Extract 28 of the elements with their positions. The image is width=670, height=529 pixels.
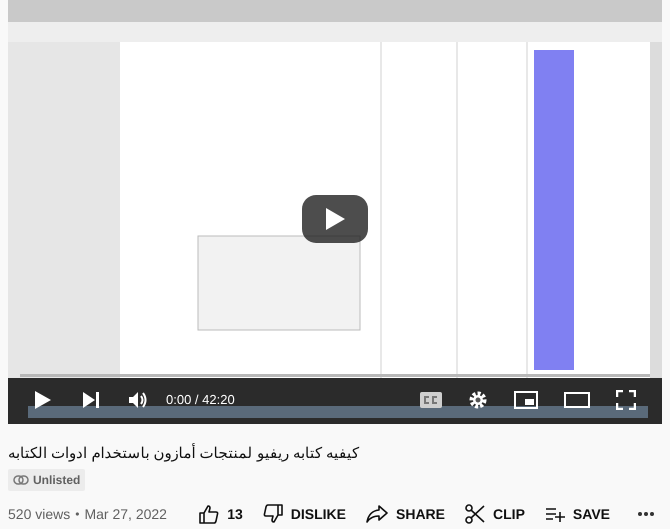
more-icon[interactable] — [638, 512, 654, 516]
thumbs-up-icon — [199, 504, 220, 524]
share-arrow-icon — [366, 505, 388, 523]
save-button[interactable]: SAVE — [544, 504, 610, 524]
time-display: 0:00 / 42:20 — [166, 391, 235, 410]
fullscreen-icon[interactable] — [616, 390, 636, 410]
link-icon — [13, 475, 29, 485]
volume-icon[interactable] — [128, 391, 148, 409]
unlisted-badge: Unlisted — [8, 469, 86, 491]
settings-icon[interactable] — [468, 390, 488, 410]
thumbs-down-icon — [262, 504, 283, 524]
view-count: 520 views — [8, 504, 70, 524]
theater-mode-icon[interactable] — [564, 392, 590, 408]
next-icon[interactable] — [82, 391, 100, 409]
scissors-icon — [465, 504, 486, 524]
like-button[interactable]: 13 — [199, 504, 243, 524]
play-icon[interactable] — [34, 390, 52, 410]
share-button[interactable]: SHARE — [366, 504, 446, 524]
play-video-button[interactable] — [302, 195, 368, 243]
clip-button[interactable]: CLIP — [465, 504, 525, 524]
dislike-button[interactable]: DISLIKE — [262, 504, 346, 524]
captions-icon[interactable] — [420, 392, 442, 408]
miniplayer-icon[interactable] — [514, 391, 538, 409]
video-title: كيفيه كتابه ريفيو لمنتجات أمازون باستخدام ادوات الكتابه — [8, 444, 360, 464]
play-icon — [324, 207, 346, 231]
upload-date: Mar 27, 2022 — [84, 504, 167, 524]
separator: • — [75, 506, 80, 523]
add-to-list-icon — [544, 506, 565, 522]
